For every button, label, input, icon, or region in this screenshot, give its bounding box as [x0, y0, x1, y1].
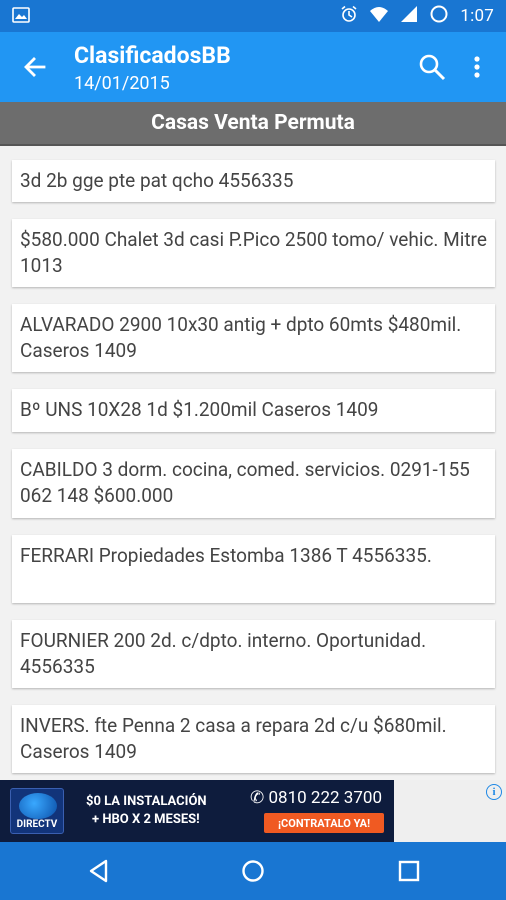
- listing-item[interactable]: INVERS. fte Penna 2 casa a repara 2d c/u…: [12, 705, 495, 773]
- section-title: Casas Venta Permuta: [0, 102, 506, 146]
- ad-phone: ✆ 0810 222 3700: [250, 788, 382, 808]
- listing-item[interactable]: FERRARI Propiedades Estomba 1386 T 45563…: [12, 535, 495, 603]
- back-arrow-icon[interactable]: [20, 52, 50, 82]
- listing-text: FOURNIER 200 2d. c/dpto. interno. Oportu…: [20, 629, 427, 678]
- listing-text: INVERS. fte Penna 2 casa a repara 2d c/u…: [20, 714, 447, 763]
- ad-creative[interactable]: DIRECTV $0 LA INSTALACIÓN + HBO X 2 MESE…: [0, 780, 394, 842]
- phone-icon: ✆: [250, 788, 265, 808]
- battery-icon: [430, 5, 448, 28]
- navigation-bar: [0, 842, 506, 900]
- ad-brand: DIRECTV: [16, 819, 58, 830]
- directv-swoosh-icon: [19, 793, 57, 819]
- listing-item[interactable]: Bº UNS 10X28 1d $1.200mil Caseros 1409: [12, 389, 495, 432]
- directv-logo: DIRECTV: [10, 788, 64, 834]
- ad-banner[interactable]: DIRECTV $0 LA INSTALACIÓN + HBO X 2 MESE…: [0, 780, 506, 842]
- ad-info-icon[interactable]: i: [486, 784, 502, 800]
- listing-text: CABILDO 3 dorm. cocina, comed. servicios…: [20, 458, 470, 507]
- listing-item[interactable]: FOURNIER 200 2d. c/dpto. interno. Oportu…: [12, 620, 495, 688]
- nav-back-icon[interactable]: [84, 856, 114, 886]
- ad-subheadline: + HBO X 2 MESES!: [92, 812, 200, 827]
- gallery-notification-icon: [12, 6, 30, 28]
- listing-list[interactable]: 3d 2b gge pte pat qcho 4556335 $580.000 …: [0, 146, 506, 780]
- listing-text: Bº UNS 10X28 1d $1.200mil Caseros 1409: [20, 398, 379, 421]
- signal-icon: [400, 5, 418, 28]
- wifi-icon: [370, 5, 389, 28]
- clock-time: 1:07: [460, 6, 494, 26]
- app-bar: ClasificadosBB 14/01/2015: [0, 32, 506, 102]
- ad-headline: $0 LA INSTALACIÓN: [86, 794, 207, 809]
- ad-phone-number: 0810 222 3700: [268, 788, 382, 808]
- nav-home-icon[interactable]: [238, 856, 268, 886]
- listing-item[interactable]: 3d 2b gge pte pat qcho 4556335: [12, 160, 495, 202]
- more-vert-icon[interactable]: [465, 52, 489, 82]
- ad-cta-button[interactable]: ¡CONTRATALO YA!: [264, 813, 384, 833]
- app-title: ClasificadosBB: [74, 42, 231, 69]
- search-icon[interactable]: [417, 52, 447, 82]
- alarm-icon: [340, 5, 358, 28]
- listing-item[interactable]: ALVARADO 2900 10x30 antig + dpto 60mts $…: [12, 304, 495, 372]
- listing-item[interactable]: $580.000 Chalet 3d casi P.Pico 2500 tomo…: [12, 219, 495, 287]
- listing-item[interactable]: CABILDO 3 dorm. cocina, comed. servicios…: [12, 449, 495, 518]
- listing-text: 3d 2b gge pte pat qcho 4556335: [20, 169, 294, 192]
- status-bar: 1:07: [0, 0, 506, 32]
- listing-text: $580.000 Chalet 3d casi P.Pico 2500 tomo…: [20, 228, 487, 277]
- listing-text: FERRARI Propiedades Estomba 1386 T 45563…: [20, 544, 432, 567]
- app-subtitle-date: 14/01/2015: [74, 73, 170, 94]
- nav-recents-icon[interactable]: [394, 856, 424, 886]
- listing-text: ALVARADO 2900 10x30 antig + dpto 60mts $…: [20, 313, 462, 362]
